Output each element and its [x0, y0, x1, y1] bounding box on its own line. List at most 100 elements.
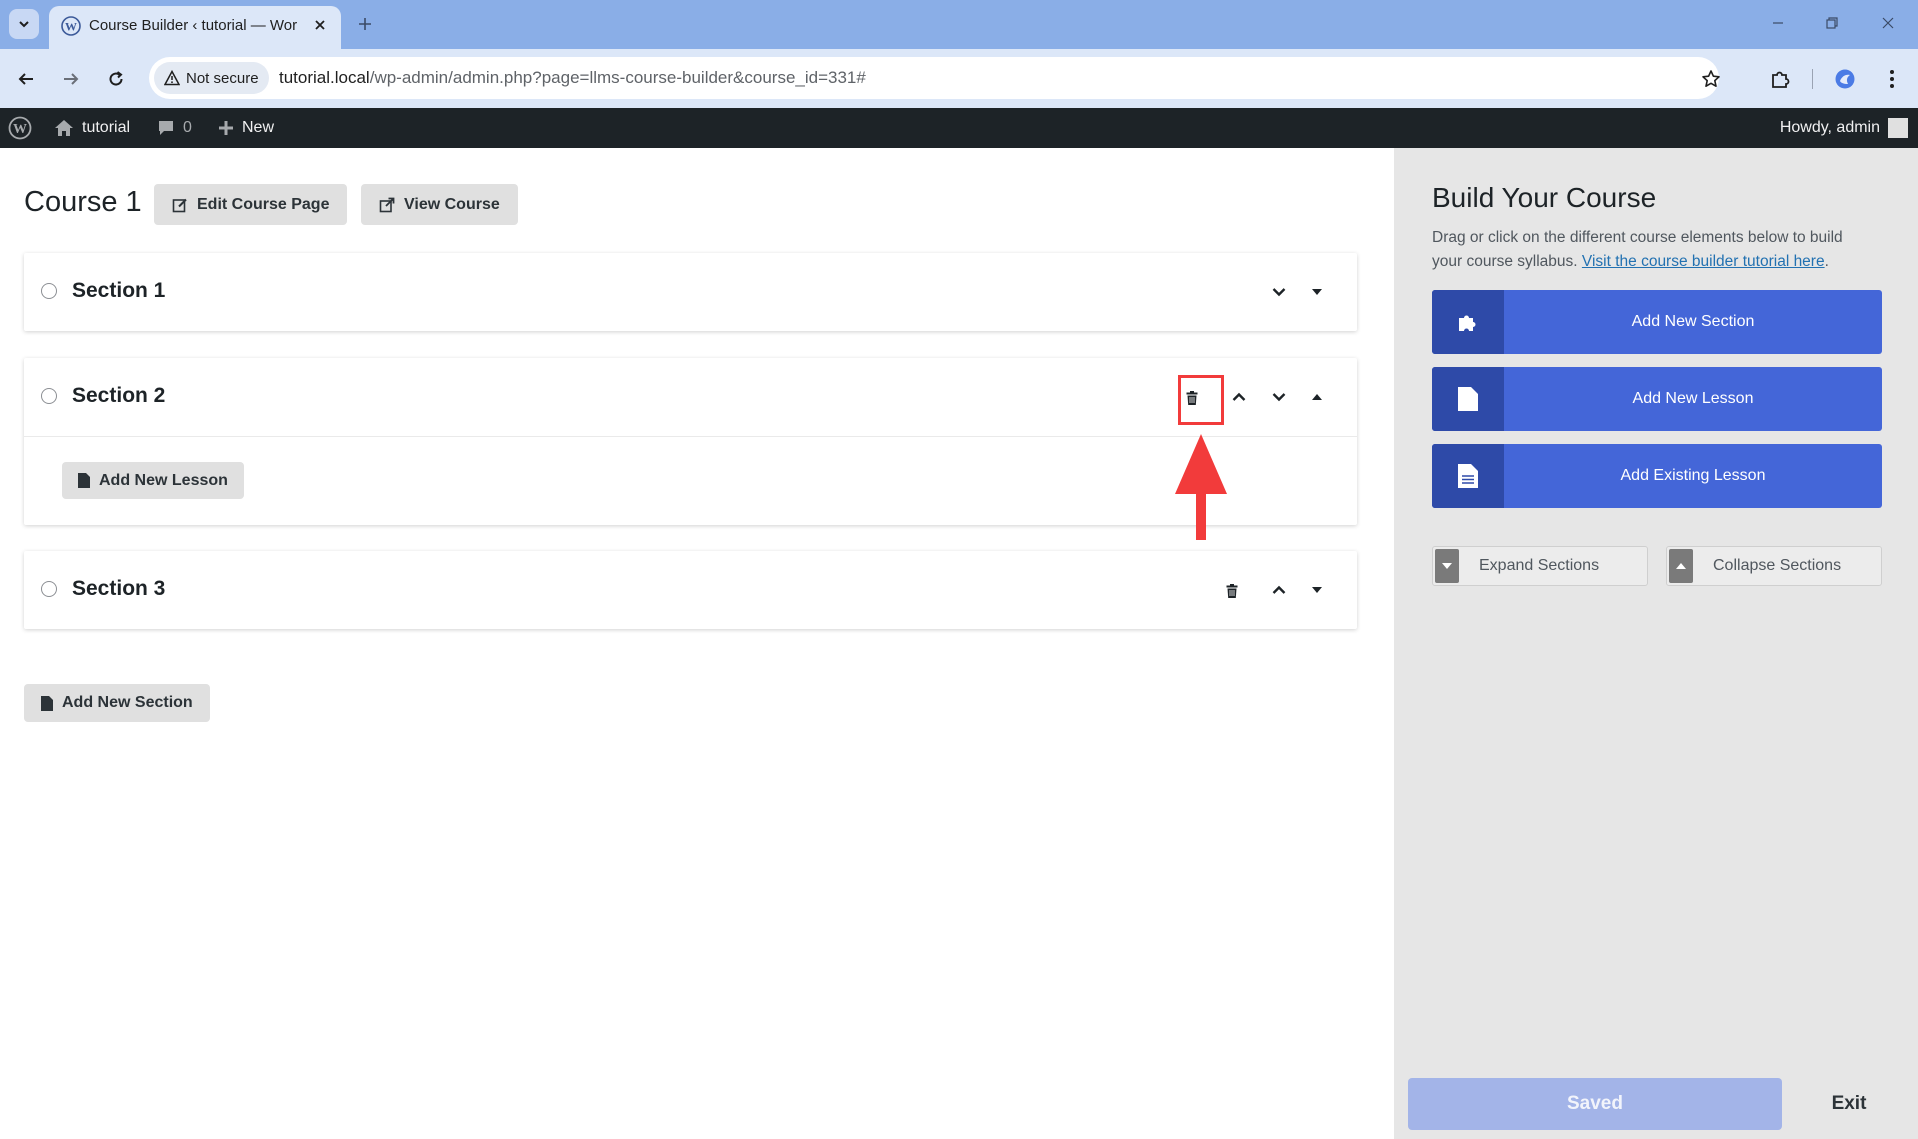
- puzzle-icon: [1772, 71, 1790, 88]
- toolbar-divider: [1812, 69, 1813, 89]
- profile-button[interactable]: [1829, 63, 1861, 95]
- section-header[interactable]: Section 2: [24, 358, 1357, 436]
- account-menu[interactable]: Howdy, admin: [1780, 108, 1908, 148]
- edit-icon: [172, 198, 187, 212]
- toggle-section-button[interactable]: [1302, 575, 1332, 605]
- chevron-up-icon: [1232, 392, 1246, 401]
- add-existing-lesson-tool-label: Add Existing Lesson: [1620, 467, 1766, 484]
- new-tab-button[interactable]: [352, 11, 378, 37]
- view-course-button[interactable]: View Course: [361, 184, 518, 225]
- plus-icon: [359, 18, 371, 30]
- caret-up-icon: [1312, 394, 1322, 400]
- expand-sections-button[interactable]: Expand Sections: [1432, 546, 1648, 586]
- url-path: /wp-admin/admin.php?page=llms-course-bui…: [369, 68, 866, 87]
- wp-admin-bar: W tutorial 0 New Howdy, admin: [0, 108, 1918, 148]
- edit-course-page-button[interactable]: Edit Course Page: [154, 184, 348, 225]
- move-section-up-button[interactable]: [1224, 382, 1254, 412]
- comments-menu[interactable]: 0: [157, 108, 192, 148]
- delete-section-button[interactable]: [1217, 576, 1247, 606]
- add-existing-lesson-tool[interactable]: Add Existing Lesson: [1432, 444, 1882, 508]
- sidebar-title: Build Your Course: [1432, 182, 1657, 213]
- add-new-lesson-tool[interactable]: Add New Lesson: [1432, 367, 1882, 431]
- browser-menu-button[interactable]: [1876, 63, 1908, 95]
- tutorial-link-suffix: .: [1824, 253, 1829, 270]
- close-icon: [1882, 17, 1894, 29]
- reload-button[interactable]: [100, 63, 132, 95]
- avatar: [1888, 118, 1908, 138]
- exit-button[interactable]: Exit: [1794, 1078, 1904, 1130]
- site-name-menu[interactable]: tutorial: [54, 108, 130, 148]
- section-card-3[interactable]: Section 3: [24, 551, 1357, 629]
- howdy-greeting: Howdy, admin: [1779, 119, 1880, 136]
- view-course-label: View Course: [404, 195, 500, 213]
- document-icon: [78, 473, 90, 488]
- bookmark-star-icon[interactable]: [1698, 66, 1724, 92]
- comment-icon: [159, 121, 173, 135]
- edit-course-page-label: Edit Course Page: [197, 195, 330, 213]
- tab-search-button[interactable]: [9, 9, 39, 39]
- arrow-left-icon: [18, 73, 33, 85]
- tutorial-link[interactable]: Visit the course builder tutorial here: [1582, 253, 1825, 270]
- add-new-lesson-tool-label: Add New Lesson: [1632, 390, 1754, 407]
- browser-tab[interactable]: W Course Builder ‹ tutorial — Wor: [49, 6, 341, 49]
- delete-button-highlight: [1178, 375, 1224, 425]
- trash-icon: [1226, 584, 1238, 598]
- caret-down-icon: [1435, 549, 1459, 583]
- home-icon: [55, 120, 73, 136]
- expand-sections-label: Expand Sections: [1479, 557, 1600, 574]
- url-text[interactable]: tutorial.local/wp-admin/admin.php?page=l…: [279, 68, 866, 88]
- section-add-lesson-button[interactable]: Add New Lesson: [62, 462, 244, 499]
- course-builder-main: Course 1 Edit Course Page View Course Se…: [0, 148, 1394, 1139]
- wp-logo-menu[interactable]: W: [8, 108, 32, 148]
- extensions-button[interactable]: [1764, 63, 1796, 95]
- svg-text:W: W: [65, 20, 77, 34]
- red-arrow-icon: [1175, 434, 1227, 540]
- restore-button[interactable]: [1817, 10, 1847, 36]
- toggle-section-button[interactable]: [1302, 277, 1332, 307]
- chevron-down-icon: [19, 21, 29, 28]
- move-section-down-button[interactable]: [1264, 277, 1294, 307]
- section-title[interactable]: Section 1: [72, 279, 165, 303]
- back-button[interactable]: [10, 63, 42, 95]
- section-header[interactable]: Section 1: [24, 253, 1357, 331]
- section-title[interactable]: Section 2: [72, 384, 165, 408]
- caret-up-icon: [1669, 549, 1693, 583]
- profile-avatar-icon: [1835, 69, 1855, 89]
- security-chip[interactable]: Not secure: [154, 62, 269, 94]
- section-card-1[interactable]: Section 1: [24, 253, 1357, 331]
- move-section-up-button[interactable]: [1264, 575, 1294, 605]
- add-new-section-tool-label: Add New Section: [1631, 313, 1755, 330]
- section-select-radio[interactable]: [41, 581, 57, 597]
- restore-icon: [1826, 17, 1838, 29]
- section-title[interactable]: Section 3: [72, 577, 165, 601]
- browser-tab-strip: W Course Builder ‹ tutorial — Wor: [0, 0, 1918, 49]
- close-window-button[interactable]: [1873, 10, 1903, 36]
- builder-sidebar: Build Your Course Drag or click on the d…: [1394, 148, 1918, 1139]
- site-name: tutorial: [82, 119, 131, 136]
- address-bar[interactable]: Not secure tutorial.local/wp-admin/admin…: [149, 57, 1720, 99]
- section-add-lesson-label: Add New Lesson: [99, 471, 228, 489]
- course-title: Course 1: [24, 186, 142, 218]
- add-new-section-tool[interactable]: Add New Section: [1432, 290, 1882, 354]
- comments-count: 0: [183, 119, 192, 136]
- add-new-section-button[interactable]: Add New Section: [24, 684, 210, 722]
- toggle-section-button[interactable]: [1302, 382, 1332, 412]
- minimize-button[interactable]: [1763, 10, 1793, 36]
- section-select-radio[interactable]: [41, 283, 57, 299]
- wordpress-icon: W: [61, 16, 81, 36]
- section-card-2[interactable]: Section 2 Add New Lesson: [24, 358, 1357, 525]
- caret-down-icon: [1312, 587, 1322, 593]
- section-header[interactable]: Section 3: [24, 551, 1357, 629]
- move-section-down-button[interactable]: [1264, 382, 1294, 412]
- saved-button[interactable]: Saved: [1408, 1078, 1782, 1130]
- wordpress-logo-icon: W: [8, 116, 32, 140]
- chevron-down-icon: [1272, 288, 1286, 297]
- minimize-icon: [1773, 22, 1783, 24]
- collapse-sections-button[interactable]: Collapse Sections: [1666, 546, 1882, 586]
- section-select-radio[interactable]: [41, 388, 57, 404]
- forward-button[interactable]: [55, 63, 87, 95]
- new-content-menu[interactable]: New: [218, 108, 274, 148]
- section-divider: [24, 436, 1357, 437]
- tab-close-icon[interactable]: [309, 14, 331, 36]
- browser-toolbar: Not secure tutorial.local/wp-admin/admin…: [0, 49, 1918, 108]
